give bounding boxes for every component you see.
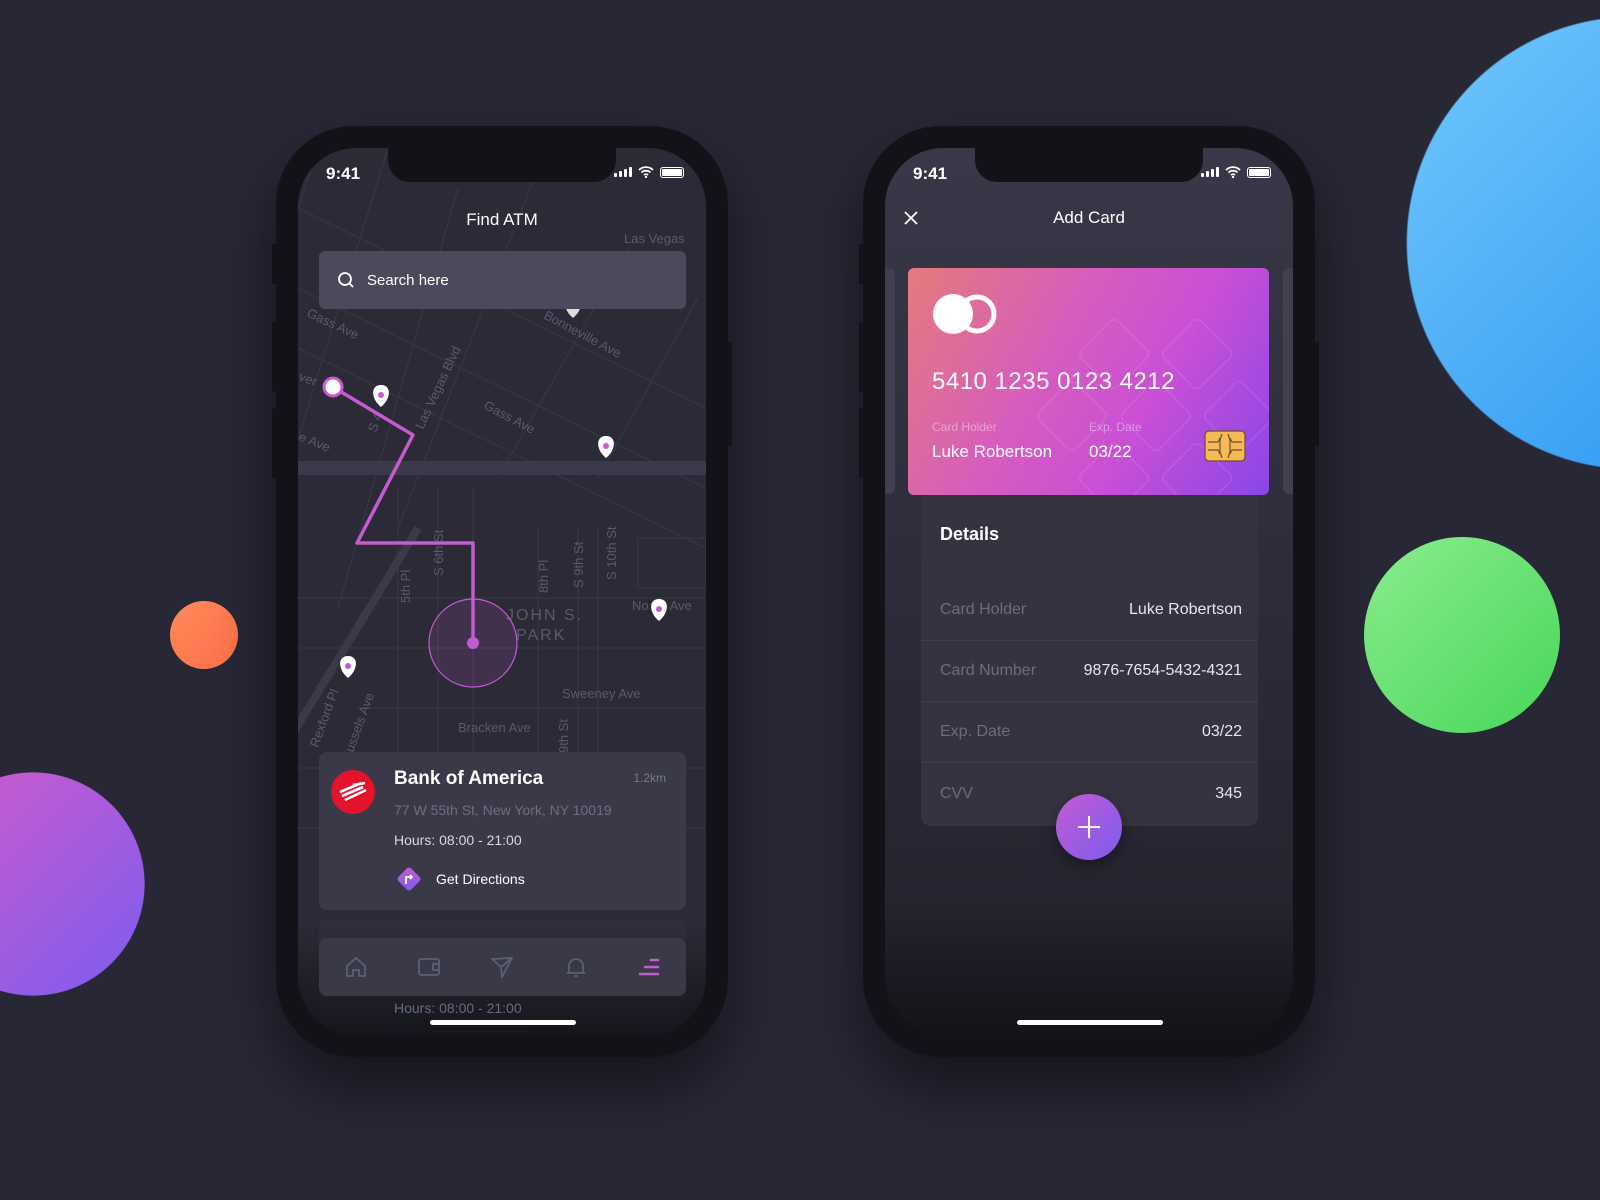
close-icon[interactable] xyxy=(903,210,919,226)
detail-row-exp-date[interactable]: Exp. Date 03/22 xyxy=(921,702,1258,763)
next-atm-hours: Hours: 08:00 - 21:00 xyxy=(394,1000,522,1016)
screen-find-atm: 9:41 Las Vegas Gass Ave Bonneville Ave L xyxy=(298,148,706,1035)
atm-result-card[interactable]: Bank of America 1.2km 77 W 55th St, New … xyxy=(319,752,686,910)
signal-icon xyxy=(1201,167,1219,177)
svg-text:Las Vegas: Las Vegas xyxy=(624,231,685,246)
destination-dot xyxy=(467,637,479,649)
home-icon[interactable] xyxy=(344,955,368,979)
decor-blob-purple xyxy=(0,772,145,996)
notch xyxy=(975,148,1203,182)
card-holder-name: Luke Robertson xyxy=(932,442,1053,461)
mastercard-icon xyxy=(933,294,997,334)
svg-text:Sweeney Ave: Sweeney Ave xyxy=(562,686,641,701)
svg-text:Bracken Ave: Bracken Ave xyxy=(458,720,531,735)
wifi-icon xyxy=(1225,166,1241,178)
decor-blob-green xyxy=(1364,537,1560,733)
get-directions-label: Get Directions xyxy=(436,871,525,887)
svg-text:9th St: 9th St xyxy=(556,719,571,753)
svg-text:JOHN S.: JOHN S. xyxy=(506,607,583,624)
atm-name: Bank of America xyxy=(394,768,544,789)
svg-text:S 10th St: S 10th St xyxy=(604,526,619,580)
exp-date-value: 03/22 xyxy=(1089,442,1132,461)
details-heading: Details xyxy=(940,524,1000,544)
directions-icon xyxy=(397,867,421,891)
atm-hours: Hours: 08:00 - 21:00 xyxy=(394,832,522,848)
send-icon[interactable] xyxy=(490,955,514,979)
svg-text:ussels Ave: ussels Ave xyxy=(342,691,377,754)
details-list: Card Holder Luke Robertson Card Number 987… xyxy=(921,580,1258,824)
atm-distance: 1.2km xyxy=(633,771,666,785)
status-icons xyxy=(614,166,684,178)
decor-blob-blue xyxy=(1406,16,1600,470)
battery-icon xyxy=(660,166,684,178)
svg-text:S 9th St: S 9th St xyxy=(571,541,586,588)
add-card-button[interactable] xyxy=(1056,794,1122,860)
search-placeholder: Search here xyxy=(367,271,449,289)
stage: 9:41 Las Vegas Gass Ave Bonneville Ave L xyxy=(0,0,1600,1200)
wallet-icon[interactable] xyxy=(417,955,441,979)
card-number: 5410 1235 0123 4212 xyxy=(932,368,1176,395)
svg-text:8th Pl: 8th Pl xyxy=(536,560,551,593)
bottom-nav xyxy=(319,938,686,996)
screen-add-card: 9:41 Add Card Details Card Holder Luke Ro… xyxy=(885,148,1293,1035)
prev-card-peek[interactable] xyxy=(885,268,895,494)
credit-card[interactable]: 5410 1235 0123 4212 Card Holder Luke Rob… xyxy=(908,268,1269,495)
home-indicator xyxy=(430,1020,576,1025)
status-icons xyxy=(1201,166,1271,178)
detail-row-card-number[interactable]: Card Number 9876-7654-5432-4321 xyxy=(921,641,1258,702)
current-location-dot[interactable] xyxy=(322,376,344,398)
exp-date-label: Exp. Date xyxy=(1089,420,1142,434)
phone-find-atm: 9:41 Las Vegas Gass Ave Bonneville Ave L xyxy=(272,126,732,1057)
bell-icon[interactable] xyxy=(564,955,588,979)
status-time: 9:41 xyxy=(913,164,948,183)
search-icon xyxy=(338,272,354,288)
svg-text:ver: ver xyxy=(298,369,320,390)
home-indicator xyxy=(1017,1020,1163,1025)
svg-text:S 6th St: S 6th St xyxy=(431,529,446,576)
battery-icon xyxy=(1247,166,1271,178)
search-input[interactable]: Search here xyxy=(319,251,686,309)
chip-icon xyxy=(1204,430,1246,462)
status-time: 9:41 xyxy=(326,164,361,183)
menu-icon[interactable] xyxy=(637,955,661,979)
notch xyxy=(388,148,616,182)
atm-pin-icon[interactable] xyxy=(651,599,667,621)
svg-text:Gass Ave: Gass Ave xyxy=(305,305,362,342)
detail-row-card-holder[interactable]: Card Holder Luke Robertson xyxy=(921,580,1258,641)
svg-text:Gass Ave: Gass Ave xyxy=(482,397,538,436)
bank-of-america-logo xyxy=(331,770,375,814)
signal-icon xyxy=(614,167,632,177)
wifi-icon xyxy=(638,166,654,178)
atm-address: 77 W 55th St, New York, NY 10019 xyxy=(394,802,612,818)
atm-pin-icon[interactable] xyxy=(373,385,389,407)
phone-add-card: 9:41 Add Card Details Card Holder Luke Ro… xyxy=(859,126,1319,1057)
details-panel: Details Card Holder Luke Robertson Card N… xyxy=(921,468,1258,826)
card-holder-label: Card Holder xyxy=(932,420,997,434)
atm-pin-icon[interactable] xyxy=(340,656,356,678)
page-title: Find ATM xyxy=(466,210,538,229)
svg-text:5th Pl: 5th Pl xyxy=(398,570,413,603)
next-card-peek[interactable] xyxy=(1283,268,1293,494)
svg-text:PARK: PARK xyxy=(516,627,566,644)
get-directions-button[interactable]: Get Directions xyxy=(394,864,525,894)
page-title: Add Card xyxy=(1053,208,1125,227)
svg-text:e Ave: e Ave xyxy=(298,429,332,455)
plus-icon xyxy=(1078,816,1100,838)
decor-blob-orange xyxy=(170,601,238,669)
